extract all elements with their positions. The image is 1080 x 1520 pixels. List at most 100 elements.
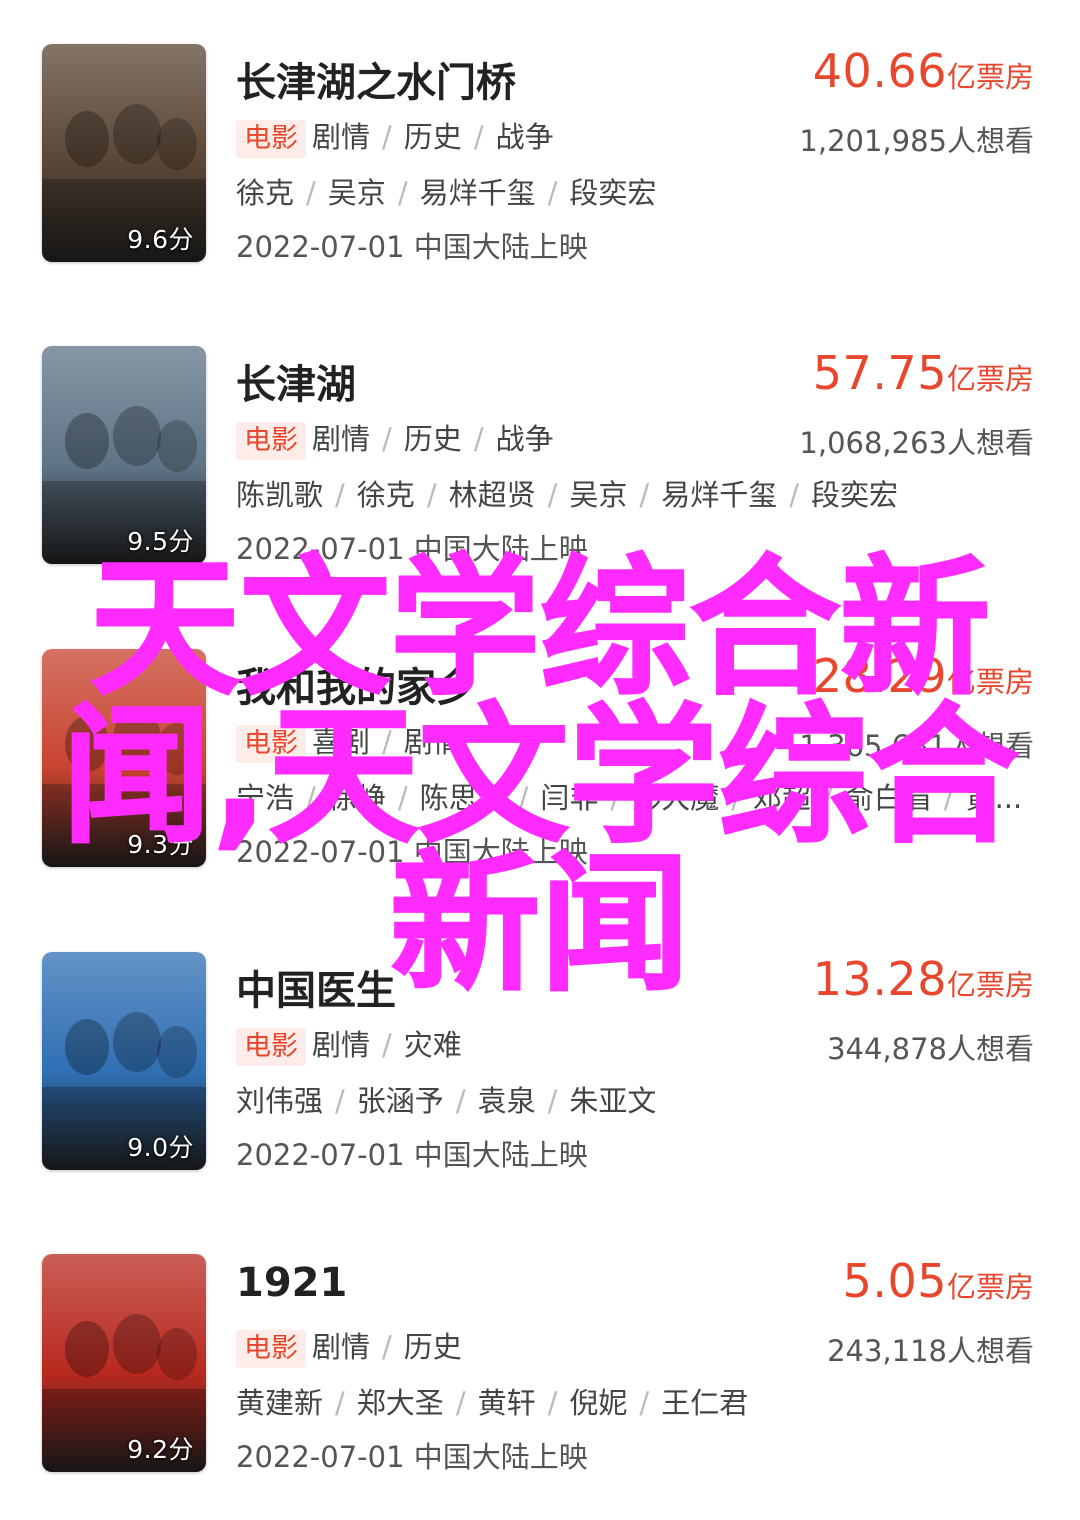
separator: / [455, 1386, 466, 1420]
genre-row: 电影 喜剧 / 剧情 [236, 719, 462, 763]
rating-score: 9.3分 [127, 830, 194, 859]
box-office-unit: 亿票房 [946, 362, 1034, 396]
cast-member: 王仁君 [661, 1386, 749, 1420]
separator: / [547, 478, 558, 512]
separator: / [639, 478, 650, 512]
genre-label: 战争 [495, 120, 554, 154]
cast-member: 袁泉 [477, 1084, 536, 1118]
genre-row: 电影 剧情 / 历史 / 战争 [236, 416, 554, 460]
separator: / [547, 176, 558, 210]
movie-poster[interactable]: 9.6分 [42, 44, 206, 262]
release-info: 2022-07-01 中国大陆上映 [236, 835, 588, 869]
cast-member: 陈思诚 [419, 781, 507, 815]
genre-label: 剧情 [403, 725, 462, 759]
separator: / [335, 1386, 345, 1420]
cast-member: 陈凯歌 [236, 478, 324, 512]
separator: / [426, 478, 437, 512]
category-tag: 电影 [236, 1330, 306, 1368]
movie-title[interactable]: 中国医生 [236, 958, 396, 1016]
cast-row: 刘伟强 / 张涵予 / 袁泉 / 朱亚文 [236, 1078, 1036, 1120]
separator: / [823, 781, 833, 815]
cast-member: 易烊千玺 [419, 176, 536, 210]
cast-member: 邓超 [752, 781, 811, 815]
movie-poster[interactable]: 9.5分 [42, 346, 206, 564]
want-to-see-count: 243,118人想看 [827, 1334, 1034, 1368]
genre-label: 历史 [403, 422, 462, 456]
movie-card[interactable]: 9.6分 长津湖之水门桥 40.66亿票房 电影 剧情 / 历史 / 战争 1,201,985人想… [0, 0, 1080, 302]
release-info: 2022-07-01 中国大陆上映 [236, 532, 588, 566]
box-office-value: 5.05 [842, 1254, 947, 1308]
genre-label: 喜剧 [312, 725, 371, 759]
cast-member: 徐峥 [327, 781, 386, 815]
separator: / [306, 176, 316, 210]
movie-title[interactable]: 我和我的家乡 [236, 655, 476, 713]
category-tag: 电影 [236, 725, 306, 763]
movie-card[interactable]: 9.0分 中国医生 13.28亿票房 电影 剧情 / 灾难 344,878人想看 刘伟强 / 张涵予… [0, 908, 1080, 1210]
movie-poster[interactable]: 9.2分 [42, 1254, 206, 1472]
genre-row: 电影 剧情 / 灾难 [236, 1022, 462, 1066]
box-office-value: 13.28 [812, 952, 947, 1006]
want-to-see-count: 1,068,263人想看 [799, 426, 1034, 460]
movie-poster[interactable]: 9.0分 [42, 952, 206, 1170]
cast-member: 徐克 [236, 176, 295, 210]
want-to-see-count: 1,365,681人想看 [799, 729, 1034, 763]
release-info: 2022-07-01 中国大陆上映 [236, 1138, 588, 1172]
movie-card[interactable]: 9.5分 长津湖 57.75亿票房 电影 剧情 / 历史 / 战争 1,068,263人想看 陈凯歌… [0, 302, 1080, 604]
separator: / [397, 781, 408, 815]
cast-member: 吴京 [327, 176, 386, 210]
separator: / [731, 781, 741, 815]
box-office: 57.75亿票房 [813, 346, 1034, 400]
category-tag: 电影 [236, 120, 306, 158]
want-to-see-count: 1,201,985人想看 [799, 124, 1034, 158]
separator: / [382, 725, 392, 759]
movie-list: 9.6分 长津湖之水门桥 40.66亿票房 电影 剧情 / 历史 / 战争 1,201,985人想… [0, 0, 1080, 1520]
rating-score: 9.6分 [127, 225, 194, 254]
box-office-value: 28.29 [812, 649, 947, 703]
cast-member: 朱亚文 [569, 1084, 657, 1118]
separator: / [382, 1028, 392, 1062]
separator: / [382, 1330, 392, 1364]
cast-member: 林超贤 [448, 478, 536, 512]
box-office: 40.66亿票房 [813, 44, 1034, 98]
box-office-unit: 亿票房 [946, 60, 1034, 94]
category-tag: 电影 [236, 1028, 306, 1066]
rating-score: 9.2分 [127, 1435, 194, 1464]
movie-card[interactable]: 9.2分 1921 5.05亿票房 电影 剧情 / 历史 243,118人想看 黄建新 / 郑大圣 /… [0, 1210, 1080, 1512]
genre-row: 电影 剧情 / 历史 [236, 1324, 462, 1368]
want-to-see-count: 344,878人想看 [827, 1032, 1034, 1066]
rating-score: 9.0分 [127, 1133, 194, 1162]
genre-label: 战争 [495, 422, 554, 456]
cast-member: 徐克 [356, 478, 415, 512]
release-info: 2022-07-01 中国大陆上映 [236, 1440, 588, 1474]
cast-member: 俞白眉 [844, 781, 932, 815]
separator: / [639, 1386, 650, 1420]
separator: / [397, 176, 408, 210]
separator: / [518, 781, 529, 815]
separator: / [789, 478, 799, 512]
separator: / [306, 781, 316, 815]
separator: / [547, 1084, 558, 1118]
genre-label: 剧情 [312, 120, 371, 154]
cast-member: 张涵予 [356, 1084, 444, 1118]
cast-member: 易烊千玺 [661, 478, 778, 512]
separator: / [943, 781, 954, 815]
movie-title[interactable]: 长津湖之水门桥 [236, 50, 516, 108]
box-office-value: 40.66 [812, 44, 947, 98]
cast-member: 彭大魔 [632, 781, 720, 815]
genre-label: 剧情 [312, 422, 371, 456]
movie-card[interactable]: 9.3分 我和我的家乡 28.29亿票房 电影 喜剧 / 剧情 1,365,681人想看 宁浩 /… [0, 605, 1080, 907]
movie-poster[interactable]: 9.3分 [42, 649, 206, 867]
cast-row: 黄建新 / 郑大圣 / 黄轩 / 倪妮 / 王仁君 [236, 1380, 1036, 1422]
cast-member: 刘伟强 [236, 1084, 324, 1118]
movie-title[interactable]: 1921 [236, 1260, 347, 1306]
genre-label: 灾难 [403, 1028, 462, 1062]
cast-member: 闫非 [540, 781, 599, 815]
cast-row: 宁浩 / 徐峥 / 陈思诚 / 闫非 / 彭大魔 / 邓超 / 俞白眉 / 黄... [236, 775, 1036, 817]
cast-member: 黄... [965, 781, 1023, 815]
cast-member: 黄轩 [477, 1386, 536, 1420]
movie-title[interactable]: 长津湖 [236, 352, 356, 410]
box-office-unit: 亿票房 [946, 968, 1034, 1002]
box-office: 13.28亿票房 [813, 952, 1034, 1006]
separator: / [382, 422, 392, 456]
box-office-unit: 亿票房 [946, 665, 1034, 699]
